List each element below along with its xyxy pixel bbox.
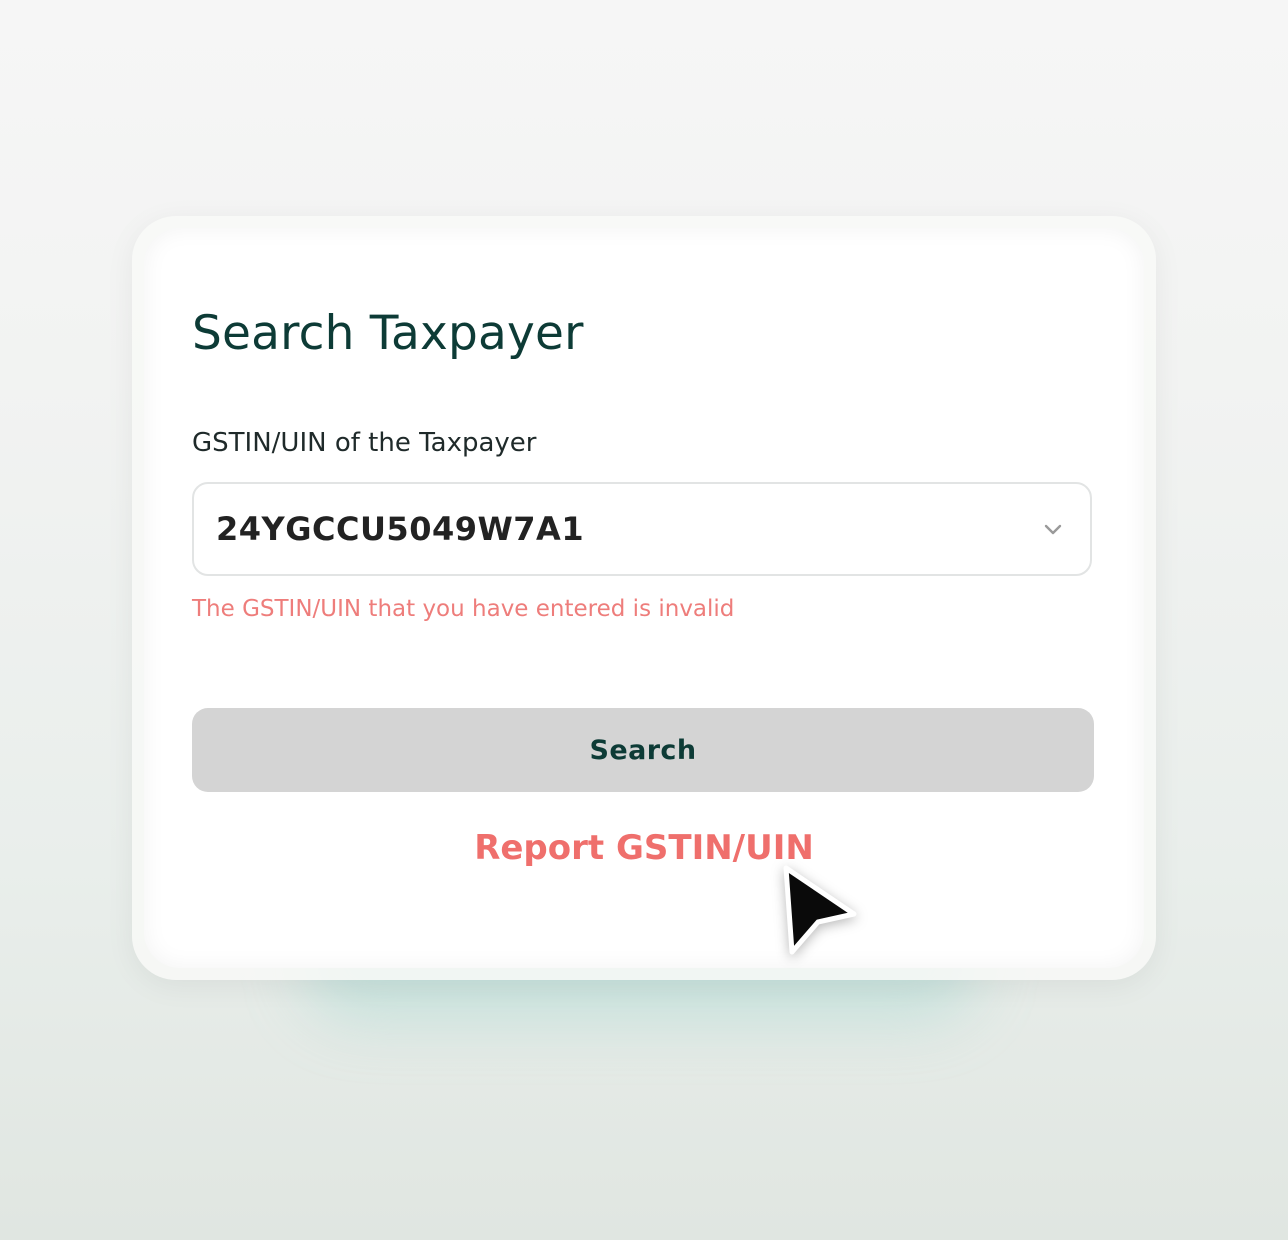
report-gstin-link[interactable]: Report GSTIN/UIN [144,828,1144,868]
gstin-select[interactable]: 24YGCCU5049W7A1 [192,482,1092,576]
gstin-value: 24YGCCU5049W7A1 [216,510,585,548]
gstin-error-message: The GSTIN/UIN that you have entered is i… [192,596,735,622]
page-title: Search Taxpayer [192,306,584,361]
search-taxpayer-card: Search Taxpayer GSTIN/UIN of the Taxpaye… [144,228,1144,968]
gstin-field-label: GSTIN/UIN of the Taxpayer [192,428,537,458]
mouse-pointer-icon [783,865,857,955]
chevron-down-icon[interactable] [1042,518,1064,540]
search-button[interactable]: Search [192,708,1094,792]
